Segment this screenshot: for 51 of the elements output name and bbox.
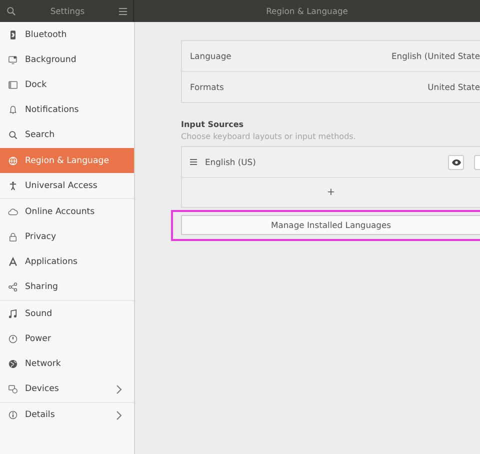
info-icon [8, 410, 18, 420]
letter-a-icon [8, 257, 18, 268]
search-icon[interactable] [6, 6, 16, 16]
power-icon [8, 334, 18, 344]
lock-icon [8, 232, 18, 242]
music-note-icon [8, 308, 18, 319]
sidebar-title: Settings [50, 6, 85, 16]
sidebar-item[interactable]: Search [0, 122, 134, 148]
setting-label: Formats [190, 82, 224, 92]
window-title: Region & Language [266, 6, 348, 16]
search-icon [8, 130, 18, 140]
globe-icon [8, 156, 18, 166]
drag-handle-icon[interactable] [190, 159, 197, 165]
sidebar-item[interactable]: Sharing [0, 274, 134, 300]
sidebar-item[interactable]: Notifications [0, 98, 134, 123]
person-icon [8, 180, 18, 191]
globe-icon [8, 359, 18, 370]
settings-row[interactable]: Language English (United State [182, 41, 480, 71]
sidebar-item[interactable]: Network [0, 351, 134, 377]
settings-row[interactable]: Formats United State [182, 71, 480, 102]
sidebar-item[interactable]: Power [0, 326, 134, 352]
manage-languages-button[interactable]: Manage Installed Languages [181, 215, 480, 235]
dock-icon [8, 80, 18, 90]
sidebar-item[interactable]: Dock [0, 72, 134, 98]
monitor-icon [8, 54, 18, 65]
sidebar-item[interactable]: Online Accounts [0, 199, 134, 224]
share-icon [8, 282, 18, 292]
setting-value: English (United State [391, 51, 480, 61]
chevron-right-icon [116, 384, 122, 394]
sidebar-item[interactable]: Background [0, 47, 134, 72]
sidebar-item[interactable]: Bluetooth [0, 22, 134, 48]
sidebar-item[interactable]: Details [0, 402, 134, 428]
setting-value: United State [428, 82, 480, 92]
input-source-name: English (US) [205, 157, 257, 167]
section-description: Choose keyboard layouts or input methods. [181, 132, 357, 141]
devices-icon [8, 384, 18, 394]
add-input-source-button[interactable]: + [182, 178, 480, 207]
sidebar-item[interactable]: Devices [0, 376, 134, 402]
section-heading: Input Sources [181, 120, 245, 129]
sidebar-item[interactable]: Privacy [0, 224, 134, 250]
sidebar-item[interactable]: Applications [0, 250, 134, 275]
setting-label: Language [190, 51, 232, 61]
bluetooth-icon [8, 30, 18, 40]
chevron-right-icon [116, 410, 122, 420]
menu-icon[interactable] [118, 8, 127, 14]
sidebar-item[interactable]: Universal Access [0, 173, 134, 198]
sidebar-item[interactable]: Sound [0, 301, 134, 326]
cloud-icon [8, 206, 18, 217]
preview-button[interactable] [448, 154, 464, 170]
bell-icon [8, 105, 18, 116]
eye-icon [452, 158, 460, 166]
